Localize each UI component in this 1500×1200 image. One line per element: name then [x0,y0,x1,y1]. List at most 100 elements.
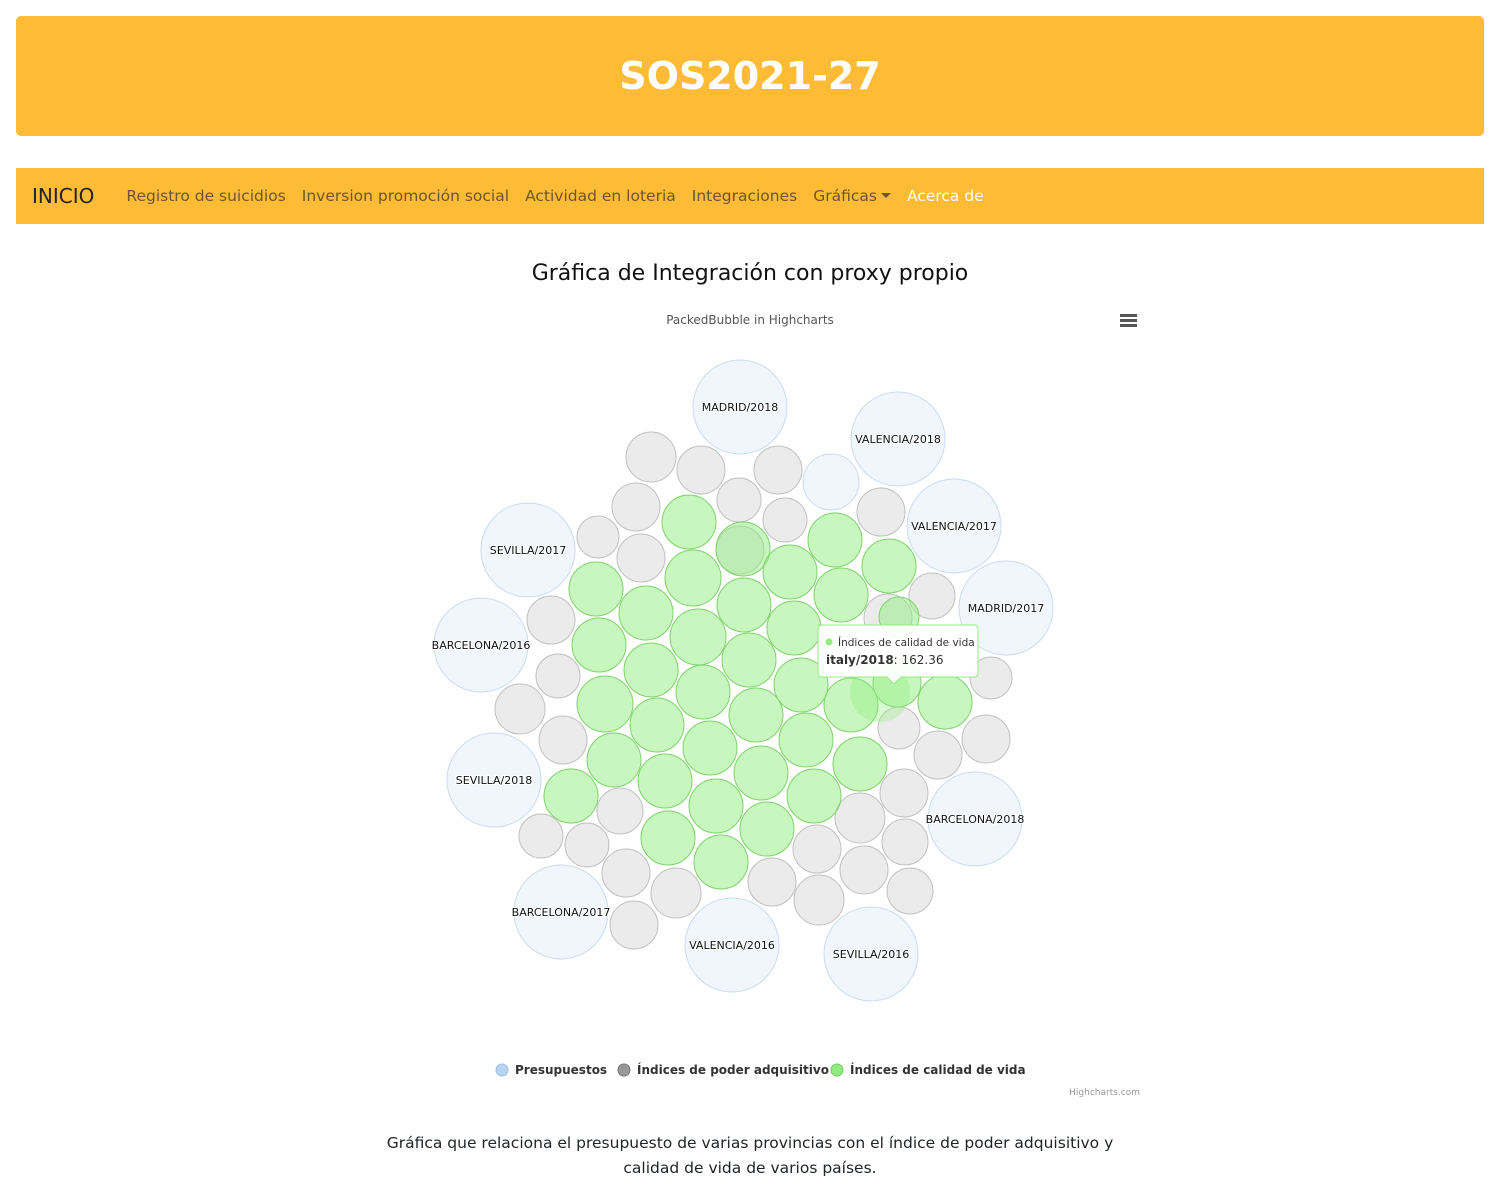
caret-down-icon [880,193,891,198]
poder-adquisitivo-bubble[interactable] [526,595,576,645]
calidad-vida-bubble[interactable] [586,732,642,788]
tooltip-series-marker [825,638,833,646]
calidad-vida-bubble[interactable] [832,736,888,792]
bubble-data-label: BARCELONA/2017 [512,906,611,919]
calidad-vida-bubble[interactable] [778,712,834,768]
presupuesto-bubble[interactable] [802,453,860,511]
poder-adquisitivo-bubble[interactable] [793,874,845,926]
poder-adquisitivo-bubble[interactable] [879,768,929,818]
chart-credits[interactable]: Highcharts.com [1069,1088,1140,1098]
calidad-vida-bubble[interactable] [733,745,789,801]
legend-item-poder-adquisitivo[interactable]: Índices de poder adquisitivo [617,1062,829,1077]
poder-adquisitivo-bubble[interactable] [650,867,702,919]
bubble-data-label: SEVILLA/2017 [490,544,566,557]
bubble-data-label: BARCELONA/2016 [432,639,531,652]
calidad-vida-bubble[interactable] [861,538,917,594]
calidad-vida-bubble[interactable] [618,585,674,641]
legend-label-calidad-vida: Índices de calidad de vida [850,1062,1026,1077]
calidad-vida-bubble[interactable] [693,834,749,890]
app-title: SOS2021-27 [619,54,881,98]
poder-adquisitivo-bubble[interactable] [518,813,564,859]
legend-marker-poder [617,1063,631,1077]
calidad-vida-bubble[interactable] [623,642,679,698]
poder-adquisitivo-bubble[interactable] [747,857,797,907]
poder-adquisitivo-bubble[interactable] [564,822,610,868]
bubble-data-label: SEVILLA/2016 [833,948,909,961]
tooltip-point-name: italy/2018 [826,653,894,667]
poder-adquisitivo-bubble[interactable] [856,487,906,537]
bubble-data-label: SEVILLA/2018 [456,774,532,787]
poder-adquisitivo-bubble[interactable] [881,818,929,866]
chart-legend: Presupuestos Índices de poder adquisitiv… [495,1062,1026,1077]
poder-adquisitivo-bubble[interactable] [494,683,546,735]
calidad-vida-bubble[interactable] [637,753,693,809]
nav-brand-inicio[interactable]: INICIO [32,184,94,208]
calidad-vida-bubble[interactable] [721,632,777,688]
poder-adquisitivo-bubble[interactable] [576,515,620,559]
nav-item-registro-suicidios[interactable]: Registro de suicidios [118,187,293,205]
poder-adquisitivo-bubble[interactable] [676,445,726,495]
calidad-vida-bubble[interactable] [629,697,685,753]
poder-adquisitivo-bubble[interactable] [886,867,934,915]
calidad-vida-bubble[interactable] [766,600,822,656]
poder-adquisitivo-bubble[interactable] [535,653,581,699]
nav-item-actividad-loteria[interactable]: Actividad en loteria [517,187,684,205]
calidad-vida-bubble[interactable] [576,675,634,733]
tooltip-series-name: Índices de calidad de vida [838,636,975,649]
tooltip-point-line: italy/2018: 162.36 [826,653,944,667]
poder-adquisitivo-bubble[interactable] [913,730,963,780]
calidad-vida-bubble[interactable] [813,567,869,623]
packed-bubble-chart: Gráfica de Integración con proxy propio … [431,261,1140,1098]
calidad-vida-bubble[interactable] [688,778,744,834]
calidad-vida-bubble[interactable] [716,577,772,633]
calidad-vida-bubble[interactable] [715,521,771,577]
calidad-vida-bubble[interactable] [675,664,731,720]
calidad-vida-bubble[interactable] [728,687,784,743]
legend-item-presupuestos[interactable]: Presupuestos [495,1063,607,1077]
chart-subtitle: PackedBubble in Highcharts [666,313,834,327]
poder-adquisitivo-bubble[interactable] [625,431,677,483]
bubble-data-label: VALENCIA/2016 [689,939,775,952]
calidad-vida-bubble[interactable] [568,561,624,617]
poder-adquisitivo-bubble[interactable] [839,845,889,895]
nav-item-acerca-de[interactable]: Acerca de [899,187,992,205]
poder-adquisitivo-bubble[interactable] [792,824,842,874]
nav-item-graficas-label: Gráficas [813,187,877,205]
chart-menu-hamburger-icon[interactable] [1120,314,1137,327]
poder-adquisitivo-bubble[interactable] [609,900,659,950]
nav-item-inversion-promocion[interactable]: Inversion promoción social [294,187,517,205]
legend-label-presupuestos: Presupuestos [515,1063,607,1077]
calidad-vida-bubble[interactable] [917,674,973,730]
bubble-data-label: BARCELONA/2018 [926,813,1025,826]
calidad-vida-bubble[interactable] [807,512,863,568]
calidad-vida-bubble[interactable] [640,810,696,866]
calidad-vida-bubble[interactable] [682,720,738,776]
poder-adquisitivo-bubble[interactable] [538,715,588,765]
bubble-data-label: MADRID/2017 [968,602,1045,615]
poder-adquisitivo-bubble[interactable] [834,792,886,844]
poder-adquisitivo-bubble[interactable] [961,714,1011,764]
poder-adquisitivo-bubble[interactable] [601,848,651,898]
legend-label-poder-adquisitivo: Índices de poder adquisitivo [637,1062,829,1077]
nav-item-integraciones[interactable]: Integraciones [684,187,805,205]
bubble-data-label: VALENCIA/2018 [855,433,941,446]
calidad-vida-bubble[interactable] [571,617,627,673]
chart-tooltip: Índices de calidad de vida italy/2018: 1… [817,624,979,685]
legend-item-calidad-vida[interactable]: Índices de calidad de vida [830,1062,1026,1077]
nav-item-graficas-dropdown[interactable]: Gráficas [805,187,899,205]
calidad-vida-bubble[interactable] [739,801,795,857]
calidad-vida-bubble[interactable] [669,608,727,666]
poder-adquisitivo-bubble[interactable] [611,482,661,532]
calidad-vida-bubble[interactable] [786,768,842,824]
calidad-vida-bubble[interactable] [661,494,717,550]
calidad-vida-bubble[interactable] [664,549,722,607]
poder-adquisitivo-bubble[interactable] [616,533,666,583]
poder-adquisitivo-bubble[interactable] [753,445,803,495]
poder-adquisitivo-bubble[interactable] [596,787,644,835]
poder-adquisitivo-bubble[interactable] [716,477,762,523]
bubbles-layer [433,359,1054,1002]
calidad-vida-bubble[interactable] [543,768,599,824]
chart-container: Gráfica de Integración con proxy propio … [360,240,1140,1105]
calidad-vida-bubble[interactable] [762,544,818,600]
poder-adquisitivo-bubble[interactable] [762,497,808,543]
